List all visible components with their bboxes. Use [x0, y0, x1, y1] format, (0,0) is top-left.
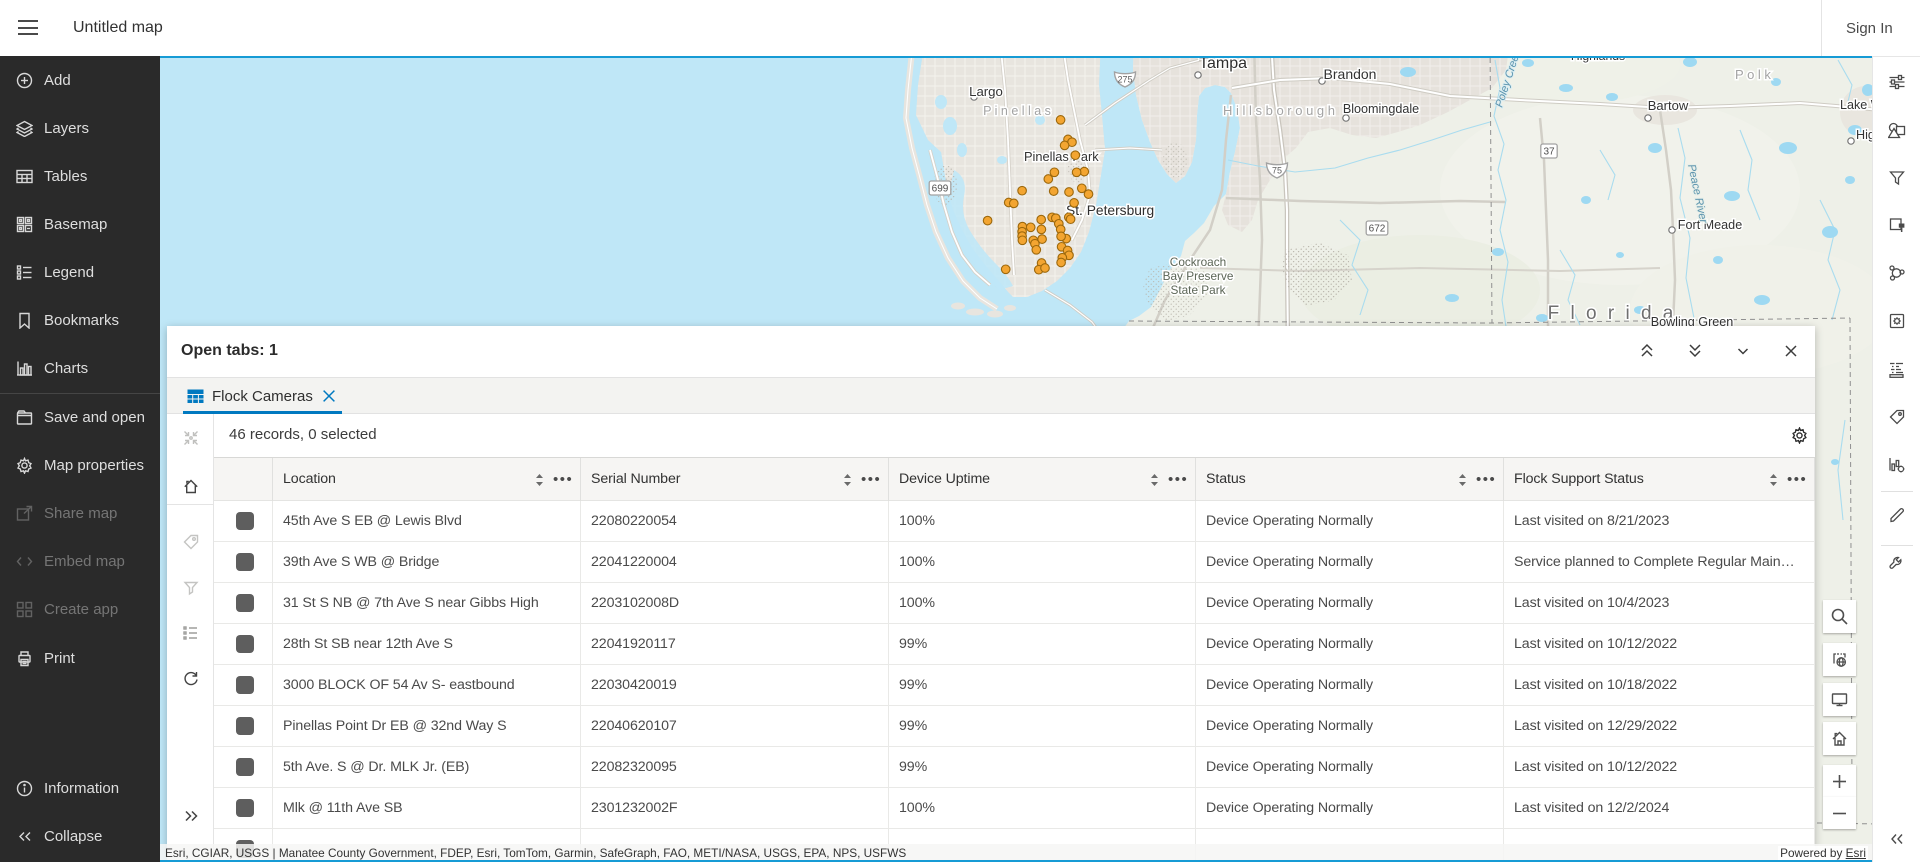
svg-text:Pinellas Park: Pinellas Park — [1024, 149, 1099, 164]
svg-text:Brandon: Brandon — [1324, 66, 1377, 82]
svg-text:High: High — [1856, 128, 1872, 142]
svg-text:Tampa: Tampa — [1199, 58, 1247, 72]
svg-text:Bay Preserve: Bay Preserve — [1163, 269, 1234, 283]
svg-text:P o l k: P o l k — [1735, 67, 1771, 82]
svg-text:Bloomingdale: Bloomingdale — [1343, 102, 1419, 116]
svg-text:Cockroach: Cockroach — [1170, 255, 1226, 269]
svg-text:H i l l s b o r o u g h: H i l l s b o r o u g h — [1223, 103, 1335, 118]
svg-text:Lake W: Lake W — [1840, 98, 1872, 112]
svg-text:75: 75 — [1272, 166, 1282, 176]
svg-text:Fort Meade: Fort Meade — [1678, 218, 1742, 232]
svg-text:Highlands: Highlands — [1571, 58, 1625, 63]
svg-text:St. Petersburg: St. Petersburg — [1066, 203, 1154, 218]
svg-text:672: 672 — [1369, 224, 1386, 235]
svg-text:275: 275 — [1117, 75, 1132, 85]
svg-text:699: 699 — [932, 184, 949, 195]
svg-text:37: 37 — [1543, 147, 1555, 158]
svg-text:Bartow: Bartow — [1648, 98, 1689, 113]
svg-text:Largo: Largo — [969, 84, 1003, 99]
svg-text:State Park: State Park — [1170, 283, 1225, 297]
svg-text:P i n e l l a s: P i n e l l a s — [983, 104, 1051, 118]
